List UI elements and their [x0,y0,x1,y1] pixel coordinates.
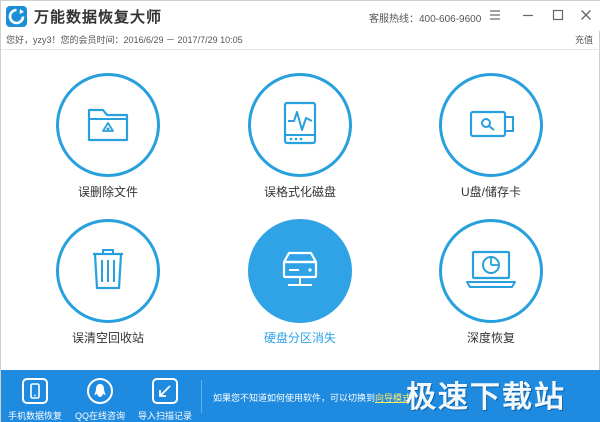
tile-recycle-bin[interactable]: 误清空回收站 [51,219,171,359]
disk-pulse-icon [283,101,317,145]
tile-label: 深度恢复 [466,331,515,345]
header-divider [1,49,600,50]
guide-hint: 如果您不知道如何使用软件，可以切换到向导模式 [213,391,411,404]
guide-hint-text: 如果您不知道如何使用软件，可以切换到 [213,393,376,403]
hard-drive-network-icon [282,251,318,286]
minimize-icon[interactable] [520,7,536,23]
tile-circle [56,219,160,323]
tile-label: 硬盘分区消失 [263,331,336,345]
title-bar: 万能数据恢复大师 客服热线：400-606-9600 [1,1,600,31]
close-icon[interactable] [578,7,594,23]
tile-circle [56,73,160,177]
tile-label: U盘/储存卡 [460,185,521,199]
tile-deleted-files[interactable]: 误删除文件 [51,73,171,213]
tile-circle [439,73,543,177]
tile-circle-active [248,219,352,323]
watermark-text: 极速下载站 [406,381,566,414]
bottom-separator [201,380,202,413]
import-icon [152,378,178,404]
member-info-text: 您好，yzy3！您的会员时间：2016/6/29 － 2017/7/29 10:… [6,35,243,45]
tile-label: 误格式化磁盘 [263,185,336,199]
tile-deep-recovery[interactable]: 深度恢复 [434,219,554,359]
tile-usb-card[interactable]: U盘/储存卡 [434,73,554,213]
maximize-icon[interactable] [550,7,566,23]
usb-drive-icon [469,110,514,138]
recharge-link[interactable]: 充值 [575,33,593,46]
tile-formatted-disk[interactable]: 误格式化磁盘 [243,73,363,213]
import-scan-record-button[interactable]: 导入扫描记录 [135,370,195,422]
phone-icon [22,378,48,404]
tile-label: 误清空回收站 [71,331,144,345]
bottom-label: 导入扫描记录 [137,411,192,421]
app-logo-icon [6,6,27,27]
tile-circle [248,73,352,177]
folder-recycle-icon [87,108,129,142]
laptop-scan-icon [466,250,516,288]
member-info-bar: 您好，yzy3！您的会员时间：2016/6/29 － 2017/7/29 10:… [1,32,600,48]
trash-bin-icon [93,249,123,290]
app-title: 万能数据恢复大师 [34,9,163,26]
qq-penguin-icon [87,378,113,404]
qq-consult-button[interactable]: QQ在线咨询 [70,370,130,422]
bottom-bar: 手机数据恢复 QQ在线咨询 导入扫描记录 如果您不知道如何使用软件，可以切换到向… [1,370,600,422]
phone-recovery-button[interactable]: 手机数据恢复 [5,370,65,422]
tile-circle [439,219,543,323]
app-window: 万能数据恢复大师 客服热线：400-606-9600 您好，yzy3！您的会员时… [0,0,600,422]
tile-partition-lost[interactable]: 硬盘分区消失 [243,219,363,359]
tile-label: 误删除文件 [77,185,138,199]
hotline-text: 客服热线：400-606-9600 [369,14,482,25]
menu-icon[interactable] [487,7,503,23]
